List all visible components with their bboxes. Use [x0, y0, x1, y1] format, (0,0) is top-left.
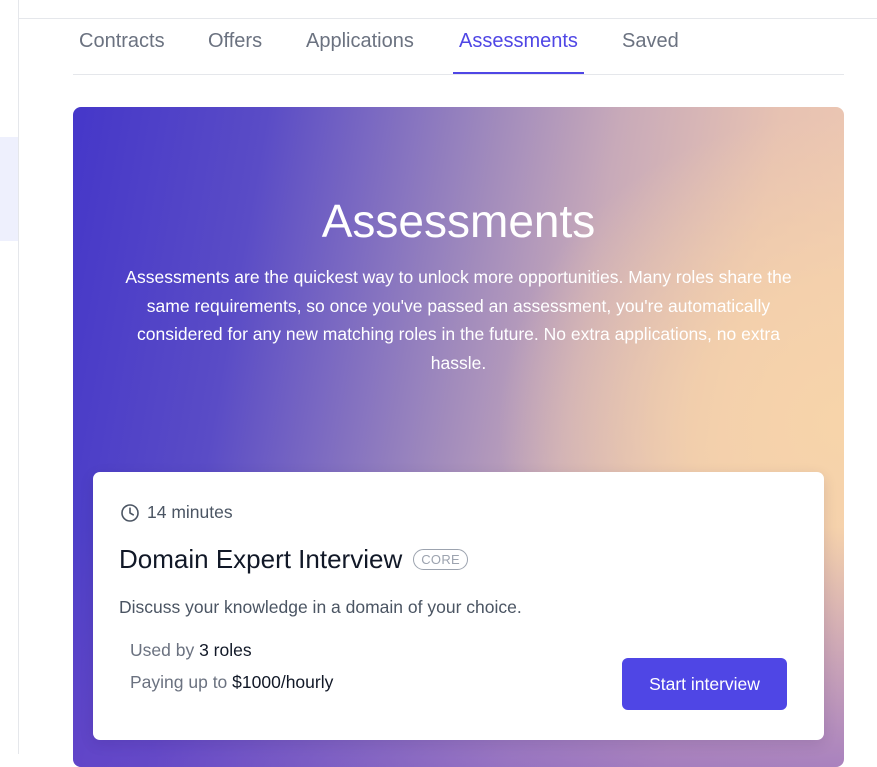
- hero-title: Assessments: [321, 195, 596, 247]
- tab-applications[interactable]: Applications: [300, 20, 420, 74]
- clock-icon: [120, 503, 140, 523]
- left-sidebar-edge: [0, 0, 19, 754]
- start-interview-button[interactable]: Start interview: [622, 658, 787, 710]
- sidebar-active-indicator: [0, 137, 18, 241]
- used-by-roles: Used by 3 roles: [130, 640, 252, 661]
- assessment-title: Domain Expert Interview: [119, 544, 403, 574]
- used-by-value: 3 roles: [199, 640, 252, 660]
- tab-saved[interactable]: Saved: [616, 20, 685, 74]
- assessments-tabs: Contracts Offers Applications Assessment…: [73, 20, 844, 75]
- hero-description: Assessments are the quickest way to unlo…: [125, 267, 792, 373]
- tab-assessments[interactable]: Assessments: [453, 20, 584, 74]
- pay-value: $1000/hourly: [232, 672, 334, 692]
- pay-label: Paying up to: [130, 672, 228, 692]
- assessment-title-row: Domain Expert Interview CORE: [119, 544, 468, 575]
- used-by-label: Used by: [130, 640, 195, 660]
- assessment-description: Discuss your knowledge in a domain of yo…: [119, 597, 522, 617]
- tab-offers[interactable]: Offers: [202, 20, 268, 74]
- tab-contracts[interactable]: Contracts: [73, 20, 171, 74]
- top-header-divider: [18, 0, 877, 19]
- pay-rate: Paying up to $1000/hourly: [130, 672, 333, 693]
- duration-text: 14 minutes: [147, 502, 233, 522]
- assessment-card: 14 minutes Domain Expert Interview CORE …: [93, 472, 824, 740]
- assessment-duration: 14 minutes: [120, 502, 233, 523]
- core-badge: CORE: [413, 549, 468, 570]
